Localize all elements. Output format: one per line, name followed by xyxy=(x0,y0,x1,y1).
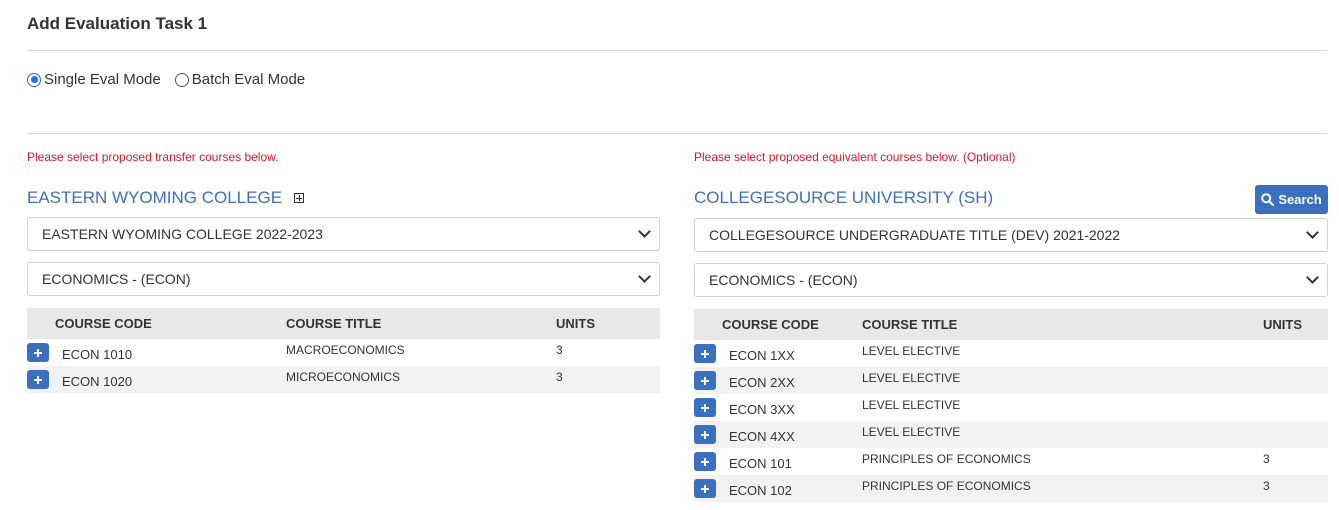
add-course-button[interactable] xyxy=(694,371,716,390)
source-catalog-select[interactable]: EASTERN WYOMING COLLEGE 2022-2023 xyxy=(27,217,660,251)
chevron-down-icon xyxy=(638,270,651,283)
header-units: UNITS xyxy=(556,316,595,331)
target-subject-select[interactable]: ECONOMICS - (ECON) xyxy=(694,263,1328,297)
chevron-down-icon xyxy=(1306,271,1319,284)
header-course-title: COURSE TITLE xyxy=(862,317,958,332)
course-title: MICROECONOMICS xyxy=(286,370,400,384)
add-course-button[interactable] xyxy=(27,370,49,389)
course-units: 3 xyxy=(556,343,563,357)
course-code: ECON 4XX xyxy=(729,429,795,444)
target-catalog-value: COLLEGESOURCE UNDERGRADUATE TITLE (DEV) … xyxy=(709,227,1121,243)
search-icon xyxy=(1261,193,1275,206)
batch-eval-mode-option[interactable]: Batch Eval Mode xyxy=(174,71,306,88)
table-row: ECON 102 PRINCIPLES OF ECONOMICS 3 xyxy=(694,475,1328,502)
transfer-courses-table: COURSE CODE COURSE TITLE UNITS ECON 1010… xyxy=(27,308,660,393)
add-course-button[interactable] xyxy=(694,425,716,444)
expand-icon[interactable] xyxy=(294,193,305,203)
add-course-button[interactable] xyxy=(694,479,716,498)
transfer-courses-panel: Please select proposed transfer courses … xyxy=(27,150,660,393)
course-title: MACROECONOMICS xyxy=(286,343,405,357)
single-eval-mode-option[interactable]: Single Eval Mode xyxy=(27,71,161,88)
course-code: ECON 3XX xyxy=(729,402,795,417)
table-row: ECON 101 PRINCIPLES OF ECONOMICS 3 xyxy=(694,448,1328,475)
equivalent-courses-table: COURSE CODE COURSE TITLE UNITS ECON 1XX L… xyxy=(694,309,1328,502)
source-institution-name: EASTERN WYOMING COLLEGE xyxy=(27,188,305,208)
course-code: ECON 1020 xyxy=(62,374,133,389)
table-row: ECON 1020 MICROECONOMICS 3 xyxy=(27,366,660,393)
equivalent-notice: Please select proposed equivalent course… xyxy=(694,150,1016,164)
add-course-button[interactable] xyxy=(694,344,716,363)
page-title: Add Evaluation Task 1 xyxy=(27,14,208,33)
add-course-button[interactable] xyxy=(694,398,716,417)
course-units: 3 xyxy=(1263,479,1270,493)
course-code: ECON 1XX xyxy=(729,348,795,363)
table-header: COURSE CODE COURSE TITLE UNITS xyxy=(27,308,660,339)
course-title: LEVEL ELECTIVE xyxy=(862,425,961,439)
target-catalog-select[interactable]: COLLEGESOURCE UNDERGRADUATE TITLE (DEV) … xyxy=(694,218,1328,252)
add-course-button[interactable] xyxy=(27,343,49,362)
course-code: ECON 2XX xyxy=(729,375,795,390)
course-code: ECON 1010 xyxy=(62,347,133,362)
source-catalog-value: EASTERN WYOMING COLLEGE 2022-2023 xyxy=(42,226,323,242)
equivalent-courses-panel: Please select proposed equivalent course… xyxy=(694,150,1328,502)
table-row: ECON 3XX LEVEL ELECTIVE xyxy=(694,394,1328,421)
table-row: ECON 4XX LEVEL ELECTIVE xyxy=(694,421,1328,448)
table-row: ECON 1010 MACROECONOMICS 3 xyxy=(27,339,660,366)
source-subject-select[interactable]: ECONOMICS - (ECON) xyxy=(27,262,660,296)
chevron-down-icon xyxy=(638,225,651,238)
chevron-down-icon xyxy=(1306,226,1319,239)
header-course-title: COURSE TITLE xyxy=(286,316,382,331)
course-title: PRINCIPLES OF ECONOMICS xyxy=(862,479,1031,493)
source-institution-label: EASTERN WYOMING COLLEGE xyxy=(27,188,283,207)
course-title: LEVEL ELECTIVE xyxy=(862,398,961,412)
table-header: COURSE CODE COURSE TITLE UNITS xyxy=(694,309,1328,340)
table-row: ECON 2XX LEVEL ELECTIVE xyxy=(694,367,1328,394)
single-eval-mode-label: Single Eval Mode xyxy=(44,71,161,88)
header-units: UNITS xyxy=(1263,317,1302,332)
header-course-code: COURSE CODE xyxy=(55,316,152,331)
add-course-button[interactable] xyxy=(694,452,716,471)
search-button-label: Search xyxy=(1278,192,1322,207)
course-code: ECON 102 xyxy=(729,483,792,498)
divider xyxy=(27,133,1327,134)
eval-mode-group: Single Eval Mode Batch Eval Mode xyxy=(27,71,319,88)
course-title: PRINCIPLES OF ECONOMICS xyxy=(862,452,1031,466)
course-code: ECON 101 xyxy=(729,456,792,471)
course-title: LEVEL ELECTIVE xyxy=(862,344,961,358)
source-subject-value: ECONOMICS - (ECON) xyxy=(42,271,191,287)
transfer-notice: Please select proposed transfer courses … xyxy=(27,150,279,164)
batch-eval-mode-label: Batch Eval Mode xyxy=(191,71,306,88)
course-units: 3 xyxy=(1263,452,1270,466)
course-units: 3 xyxy=(556,370,563,384)
target-subject-value: ECONOMICS - (ECON) xyxy=(709,272,858,288)
table-row: ECON 1XX LEVEL ELECTIVE xyxy=(694,340,1328,367)
single-eval-mode-radio[interactable] xyxy=(27,72,41,87)
course-title: LEVEL ELECTIVE xyxy=(862,371,961,385)
search-button[interactable]: Search xyxy=(1255,185,1328,214)
divider xyxy=(27,50,1327,51)
target-institution-name: COLLEGESOURCE UNIVERSITY (SH) xyxy=(694,188,994,207)
header-course-code: COURSE CODE xyxy=(722,317,819,332)
batch-eval-mode-radio[interactable] xyxy=(174,72,189,87)
